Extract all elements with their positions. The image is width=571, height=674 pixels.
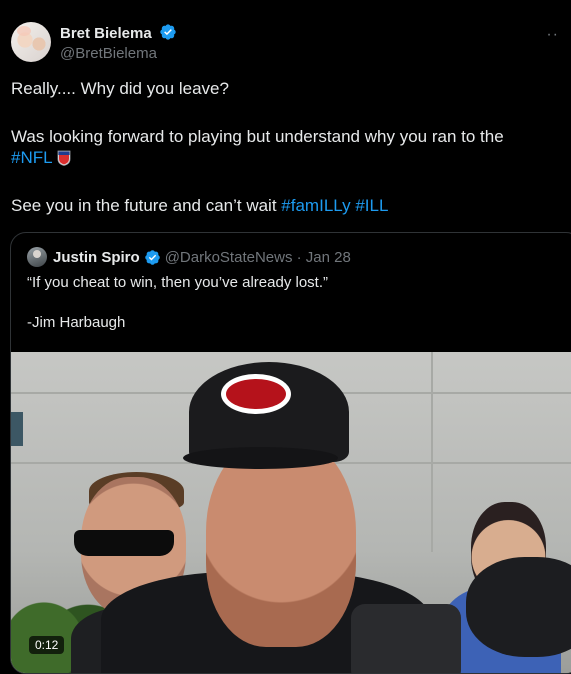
tweet-line-3-text: See you in the future and can’t wait <box>11 196 282 215</box>
video-edge-marker <box>11 412 23 446</box>
more-options-icon[interactable]: ·· <box>546 26 559 44</box>
tweet-line-2: Was looking forward to playing but under… <box>11 126 556 168</box>
author-name-block: Bret Bielema @BretBielema <box>60 23 177 62</box>
tweet-text: Really.... Why did you leave? Was lookin… <box>11 78 556 216</box>
hashtag-ill[interactable]: #ILL <box>355 196 388 215</box>
sunglasses <box>74 530 174 556</box>
tweet-header: Bret Bielema @BretBielema ·· <box>11 20 561 62</box>
tweet-line-3: See you in the future and can’t wait #fa… <box>11 195 556 216</box>
video-timestamp: 0:12 <box>29 636 65 654</box>
verified-badge-icon <box>144 249 160 265</box>
quoted-author-avatar[interactable] <box>27 247 47 267</box>
quoted-line-1: “If you cheat to win, then you’ve alread… <box>27 274 328 291</box>
hashtag-family[interactable]: #famILLy <box>281 196 350 215</box>
nfl-shield-icon <box>57 150 70 166</box>
quoted-video[interactable]: 0:12 <box>11 352 571 673</box>
quoted-tweet[interactable]: Justin Spiro @DarkoStateNews · Jan 28 “I… <box>10 232 571 674</box>
author-avatar[interactable] <box>11 22 51 62</box>
author-handle[interactable]: @BretBielema <box>60 45 177 62</box>
author-display-name[interactable]: Bret Bielema <box>60 25 152 42</box>
tweet-line-1: Really.... Why did you leave? <box>11 79 229 98</box>
microphone <box>351 604 461 673</box>
verified-badge-icon <box>160 24 176 40</box>
quoted-line-2: -Jim Harbaugh <box>27 314 126 331</box>
quoted-handle-date[interactable]: @DarkoStateNews · Jan 28 <box>165 249 351 266</box>
hashtag-nfl[interactable]: #NFL <box>11 148 53 167</box>
quoted-tweet-header: Justin Spiro @DarkoStateNews · Jan 28 <box>27 247 351 267</box>
tweet-line-2-text: Was looking forward to playing but under… <box>11 127 504 146</box>
microphone <box>466 557 571 657</box>
quoted-tweet-text: “If you cheat to win, then you’ve alread… <box>27 273 547 333</box>
quoted-author-name[interactable]: Justin Spiro <box>53 249 140 266</box>
